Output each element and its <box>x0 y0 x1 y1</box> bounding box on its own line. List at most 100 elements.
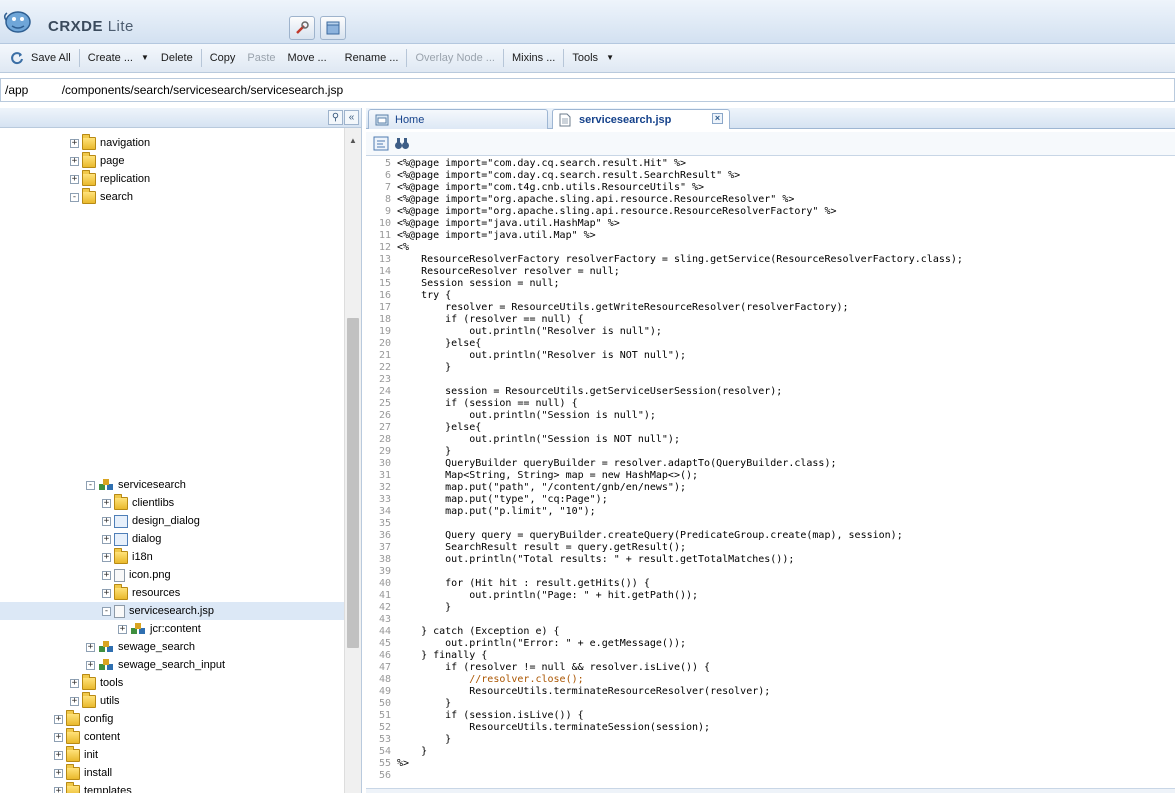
expand-icon[interactable]: + <box>86 642 95 652</box>
collapse-left-icon[interactable]: « <box>344 110 359 125</box>
tree-node[interactable]: - servicesearch.jsp <box>0 602 344 620</box>
tree-scrollbar[interactable]: ▲ <box>344 128 361 793</box>
line-number: 53 <box>378 734 391 745</box>
tree-node[interactable]: + templates <box>54 781 132 793</box>
expand-icon[interactable]: + <box>70 156 79 166</box>
create-menu-button[interactable]: Create ... ▼ <box>82 47 155 69</box>
collapse-icon[interactable]: - <box>70 192 79 202</box>
mixins-button[interactable]: Mixins ... <box>506 47 561 69</box>
line-number: 26 <box>378 410 391 421</box>
collapse-icon[interactable]: - <box>102 606 111 616</box>
overlay-node-button[interactable]: Overlay Node ... <box>409 47 500 69</box>
tab-servicesearch-jsp[interactable]: servicesearch.jsp × <box>552 109 730 129</box>
code-line: out.println("Session is null"); <box>397 410 656 421</box>
code-editor[interactable]: 5 6 7 8 9 10 11 12 13 14 15 16 17 18 19 20 21 22 23 24 25 26 2… <box>366 158 1175 788</box>
code-line: out.println("Total results: " + result.g… <box>397 554 795 565</box>
tree-node[interactable]: + clientlibs <box>102 493 174 512</box>
scroll-up-icon[interactable]: ▲ <box>349 136 357 145</box>
tree-node[interactable]: + dialog <box>102 530 161 548</box>
code-line: map.put("path", "/content/gnb/en/news"); <box>397 482 686 493</box>
tree-node[interactable]: - search <box>70 187 133 206</box>
app-title-sub: Lite <box>107 18 134 35</box>
save-all-button[interactable]: Save All <box>4 47 77 69</box>
tree-node[interactable]: - servicesearch <box>86 476 186 494</box>
line-number: 49 <box>378 686 391 697</box>
expand-icon[interactable]: + <box>54 750 63 760</box>
tools-menu-button[interactable]: Tools ▼ <box>566 47 620 69</box>
folder-icon <box>114 493 128 510</box>
package-button[interactable] <box>320 16 346 40</box>
tree-node[interactable]: + sewage_search <box>86 638 195 656</box>
tree-node[interactable]: + tools <box>70 673 123 692</box>
expand-icon[interactable]: + <box>102 534 111 544</box>
tree-node[interactable]: + replication <box>70 169 150 188</box>
code-line: session = ResourceUtils.getServiceUserSe… <box>397 386 783 397</box>
tab-servicesearch-label: servicesearch.jsp <box>579 113 672 126</box>
expand-icon[interactable]: + <box>102 570 111 580</box>
tab-home[interactable]: Home <box>368 109 548 129</box>
tree-node-label: servicesearch.jsp <box>129 605 214 617</box>
expand-icon[interactable]: + <box>54 768 63 778</box>
expand-icon[interactable]: + <box>70 138 79 148</box>
tree-node[interactable]: + navigation <box>70 133 150 152</box>
code-content[interactable]: <%@page import="com.day.cq.search.result… <box>397 158 1172 782</box>
line-number: 7 <box>384 182 391 193</box>
expand-icon[interactable]: + <box>102 588 111 598</box>
copy-button[interactable]: Copy <box>204 47 242 69</box>
expand-icon[interactable]: + <box>70 696 79 706</box>
expand-icon[interactable]: + <box>86 660 95 670</box>
code-line: ResourceUtils.terminateSession(session); <box>397 722 711 733</box>
format-code-icon[interactable] <box>373 136 389 151</box>
tree-node[interactable]: + design_dialog <box>102 512 200 530</box>
code-line: map.put("p.limit", "10"); <box>397 506 596 517</box>
code-line: ResourceResolver resolver = null; <box>397 266 620 277</box>
close-icon[interactable]: × <box>712 113 723 124</box>
expand-icon[interactable]: + <box>70 174 79 184</box>
toolbar-separator <box>563 49 565 67</box>
expand-icon[interactable]: + <box>102 552 111 562</box>
line-number-gutter: 5 6 7 8 9 10 11 12 13 14 15 16 17 18 19 20 21 22 23 24 25 26 2… <box>366 158 391 788</box>
move-label: Move ... <box>287 52 327 64</box>
tree-node-label: templates <box>84 785 132 793</box>
expand-icon[interactable]: + <box>118 624 127 634</box>
expand-icon[interactable]: + <box>102 498 111 508</box>
tree-node[interactable]: + icon.png <box>102 566 171 584</box>
tree-node[interactable]: + sewage_search_input <box>86 656 225 674</box>
tree-node[interactable]: + page <box>70 151 124 170</box>
paste-button[interactable]: Paste <box>241 47 281 69</box>
tools-switch-button[interactable] <box>289 16 315 40</box>
tree-scrollbar-thumb[interactable] <box>347 318 359 648</box>
tree-node[interactable]: + content <box>54 727 121 746</box>
binoculars-icon[interactable]: ⚲ <box>328 110 343 125</box>
collapse-icon[interactable]: - <box>86 480 95 490</box>
tree-node[interactable]: + resources <box>102 583 180 602</box>
folder-icon <box>66 763 80 780</box>
code-line: out.println("Session is NOT null"); <box>397 434 680 445</box>
line-number: 50 <box>378 698 391 709</box>
expand-icon[interactable]: + <box>54 714 63 724</box>
tree-node[interactable]: + i18n <box>102 547 153 566</box>
delete-button[interactable]: Delete <box>155 47 199 69</box>
code-line: } <box>397 602 452 613</box>
expand-icon[interactable]: + <box>70 678 79 688</box>
expand-icon[interactable]: + <box>102 516 111 526</box>
move-button[interactable]: Move ... <box>282 47 333 69</box>
tree-node-label: content <box>84 731 121 743</box>
refresh-icon <box>11 52 23 65</box>
tree-node[interactable]: + jcr:content <box>118 620 201 638</box>
rename-button[interactable]: Rename ... <box>339 47 405 69</box>
tree-node[interactable]: + install <box>54 763 112 782</box>
code-line: out.println("Page: " + hit.getPath()); <box>397 590 699 601</box>
binoculars-icon[interactable] <box>394 136 410 151</box>
tree-node[interactable]: + init <box>54 745 98 764</box>
app-header: CRXDE Lite <box>0 0 1175 44</box>
folder-icon <box>82 691 96 708</box>
path-input[interactable] <box>1 79 1174 101</box>
expand-icon[interactable]: + <box>54 732 63 742</box>
tree-node[interactable]: + utils <box>70 691 120 710</box>
expand-icon[interactable]: + <box>54 786 63 793</box>
code-line: SearchResult result = query.getResult(); <box>397 542 686 553</box>
tree-node[interactable]: + config <box>54 709 113 728</box>
